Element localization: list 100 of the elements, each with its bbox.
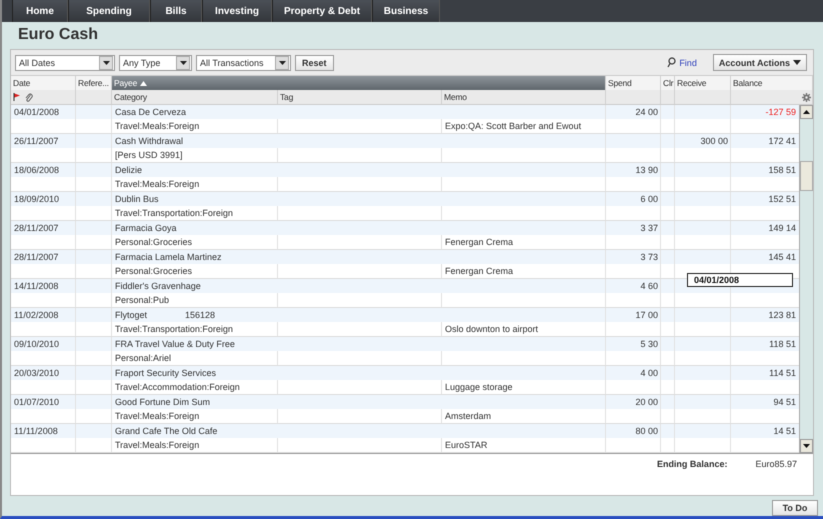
category-cell: Personal:Groceries [115,266,192,276]
payee-cell-text: Fiddler's Gravenhage [115,280,201,293]
payee-cell-text: Good Fortune Dim Sum [115,396,210,409]
scroll-down-icon [803,444,810,448]
date-cell: 09/10/2010 [14,339,60,349]
nav-tab[interactable]: Investing [202,0,272,22]
spend-cell: 13 90 [635,165,658,175]
memo-cell: Oslo downton to airport [445,324,538,334]
date-cell: 28/11/2007 [14,223,58,233]
date-cell: 20/03/2010 [14,368,60,378]
column-header[interactable]: Tag [278,90,442,104]
transaction-row[interactable]: 11/02/2008 Flytoget 156128 17 00 123 81 Travel:Transportation:Foreign Oslo downton to airport [11,308,799,337]
transaction-row[interactable]: 11/11/2008 Grand Cafe The Old Cafe 80 00 14 51 Travel:Meals:Foreign EuroSTAR [11,424,799,453]
memo-cell: Fenergan Crema [445,237,514,247]
memo-cell: Luggage storage [445,382,513,392]
transaction-row[interactable]: 18/09/2010 Dublin Bus 6 00 152 51 Travel:Transportation:Foreign [11,192,799,221]
payee-cell-text: Flytoget [115,309,148,322]
nav-tab[interactable]: Spending [68,0,150,22]
date-cell: 18/09/2010 [14,194,60,204]
payee-cell-text: Farmacia Lamela Martinez [115,251,222,264]
category-cell: Travel:Meals:Foreign [115,179,200,189]
scroll-up-icon [803,110,810,114]
nav-tab[interactable]: Bills [150,0,202,22]
memo-cell: Amsterdam [445,411,492,421]
nav-tab[interactable]: Property & Debt [272,0,372,22]
payee-cell-text: Fraport Security Services [115,367,216,380]
date-cell: 28/11/2007 [14,252,58,262]
date-cell: 11/02/2008 [14,310,58,320]
check-number: 156128 [185,309,216,322]
dropdown-arrow-icon [180,60,186,64]
spend-cell: 20 00 [635,397,658,407]
category-cell: Travel:Transportation:Foreign [115,208,233,218]
filter-dropdown[interactable]: Any Type [119,54,192,70]
balance-cell: 149 14 [768,223,796,233]
balance-cell: 114 51 [769,368,796,378]
category-cell: Personal:Pub [115,295,170,305]
category-cell: Personal:Groceries [115,237,192,247]
column-header[interactable]: Category [112,90,278,104]
column-header[interactable]: Memo [442,90,606,104]
transaction-row[interactable]: 09/10/2010 FRA Travel Value & Duty Free 5 30 118 51 Personal:Ariel [11,337,799,366]
scrollbar[interactable] [799,105,813,453]
payee-cell-text: FRA Travel Value & Duty Free [115,338,235,351]
spend-cell: 3 37 [640,223,658,233]
date-cell: 01/07/2010 [14,397,60,407]
category-cell: Travel:Meals:Foreign [115,440,200,450]
nav-tab[interactable]: Business [372,0,440,22]
transaction-row[interactable]: 01/07/2010 Good Fortune Dim Sum 20 00 94 51 Travel:Meals:Foreign Amsterdam [11,395,799,424]
memo-cell: Expo:QA: Scott Barber and Ewout [445,121,582,131]
balance-cell: 118 51 [769,339,796,349]
transaction-row[interactable]: 18/06/2008 Delizie 13 90 158 51 Travel:Meals:Foreign [11,163,799,192]
balance-cell: -127 59 [765,107,796,117]
flag-icon[interactable] [13,93,20,101]
date-cell: 04/01/2008 [14,107,60,117]
find-link[interactable]: Find [679,58,697,68]
balance-cell: 14 51 [773,426,796,436]
filter-dropdown[interactable]: All Transactions [196,54,291,70]
date-cell: 14/11/2008 [14,281,58,291]
filter-dropdown[interactable]: All Dates [15,54,115,70]
balance-cell: 145 41 [768,252,796,262]
nav-tab[interactable]: Home [12,0,68,22]
balance-cell: 123 81 [768,310,796,320]
ending-balance-label: Ending Balance: [656,459,728,469]
balance-cell: 94 51 [773,397,796,407]
payee-cell-text: Farmacia Goya [115,222,177,235]
paperclip-icon[interactable] [25,92,33,102]
to-do-button[interactable]: To Do [772,500,818,516]
reset-button[interactable]: Reset [295,54,334,70]
spend-cell: 80 00 [635,426,658,436]
account-actions-button[interactable]: Account Actions [712,54,807,71]
spend-cell: 6 00 [640,194,658,204]
payee-cell-text: Delizie [115,164,142,177]
spend-cell: 3 73 [640,252,658,262]
dropdown-arrow-icon [102,60,110,64]
transaction-row[interactable]: 26/11/2007 Cash Withdrawal 300 00 172 41 [Pers USD 3991] [11,134,799,163]
transaction-row[interactable]: 20/03/2010 Fraport Security Services 4 00 114 51 Travel:Accommodation:Foreign Luggage storage [11,366,799,395]
transaction-row[interactable]: 04/01/2008 Casa De Cerveza 24 00 -127 59 Travel:Meals:Foreign Expo:QA: Scott Barber and Ewout [11,105,799,134]
date-cell: 11/11/2008 [14,426,58,436]
dropdown-arrow-icon [278,60,286,64]
spend-cell: 24 00 [635,107,658,117]
category-cell: Personal:Ariel [115,353,172,363]
balance-cell: 172 41 [768,136,796,146]
payee-cell-text: Casa De Cerveza [115,106,186,119]
gear-icon[interactable] [802,92,811,102]
transaction-row[interactable]: 28/11/2007 Farmacia Goya 3 37 149 14 Personal:Groceries Fenergan Crema [11,221,799,250]
payee-cell-text: Grand Cafe The Old Cafe [115,425,218,438]
sort-ascending-icon [140,80,148,86]
category-cell: Travel:Accommodation:Foreign [115,382,240,392]
balance-cell: 158 51 [768,165,796,175]
search-icon [667,57,676,68]
date-cell: 26/11/2007 [14,136,58,146]
receive-cell: 300 00 [700,136,728,146]
category-cell: Travel:Transportation:Foreign [115,324,233,334]
spend-cell: 17 00 [635,310,658,320]
spend-cell: 4 00 [640,368,658,378]
column-header[interactable]: Payee [112,76,606,90]
balance-cell: 152 51 [768,194,796,204]
date-tooltip: 04/01/2008 [687,273,793,287]
category-cell: [Pers USD 3991] [115,150,183,160]
payee-cell-text: Cash Withdrawal [115,135,184,148]
scroll-thumb[interactable] [800,161,813,191]
